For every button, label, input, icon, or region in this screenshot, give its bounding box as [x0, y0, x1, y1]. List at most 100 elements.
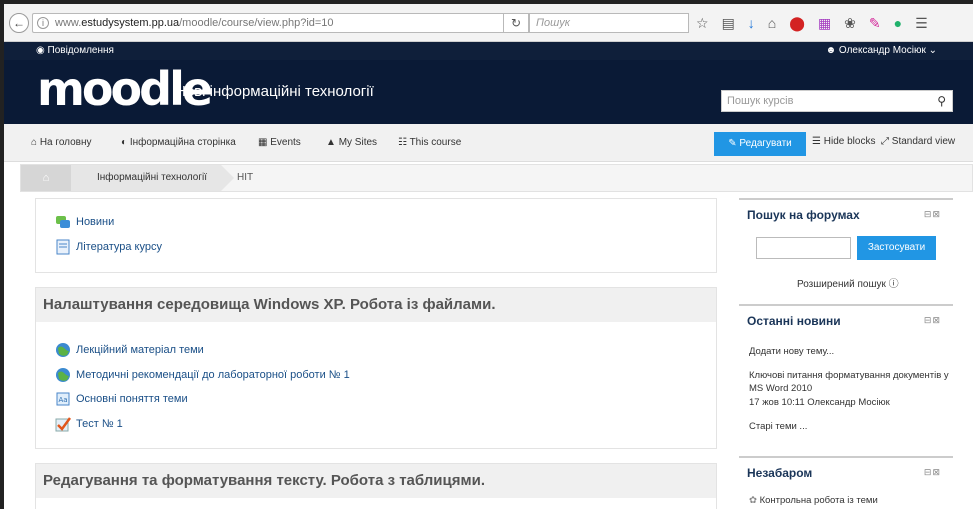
- activity-label: Новини: [76, 215, 115, 228]
- home-icon[interactable]: ⌂: [768, 14, 776, 32]
- breadcrumb-home[interactable]: ⌂: [21, 165, 84, 191]
- menu-item-events[interactable]: ▦ Events: [258, 137, 301, 148]
- block-controls-icon[interactable]: ⊟⊠: [924, 467, 941, 478]
- forum-search-input[interactable]: [756, 237, 851, 259]
- advanced-search-label: Розширений пошук: [797, 279, 886, 290]
- block-controls-icon[interactable]: ⊟⊠: [924, 315, 941, 326]
- block-title: Останні новини: [747, 314, 841, 328]
- calendar-icon: ▦: [258, 137, 268, 148]
- url-prefix: www.: [55, 17, 82, 29]
- user-menu[interactable]: ☻ Олександр Мосіюк ⌄: [826, 45, 937, 56]
- activity-page[interactable]: Література курсу: [55, 239, 162, 257]
- reading-list-icon[interactable]: ▤: [722, 14, 735, 32]
- gauge-icon: ◐: [121, 137, 128, 148]
- older-topics-link[interactable]: Старі теми ...: [749, 421, 807, 432]
- home-icon: ⌂: [31, 137, 38, 148]
- sitemap-icon: ☷: [398, 137, 407, 148]
- course-search-input[interactable]: Пошук курсів ⚲: [721, 90, 953, 112]
- site-header: moodle Нові інформаційні технології Пошу…: [4, 60, 973, 124]
- standard-view-label: Standard view: [891, 136, 956, 147]
- breadcrumb-item[interactable]: Інформаційні технології: [71, 165, 234, 191]
- course-search-placeholder: Пошук курсів: [727, 95, 794, 107]
- pencil-square-icon: ✎: [728, 138, 737, 149]
- edit-pen-icon[interactable]: ✎: [869, 14, 881, 32]
- course-section-general: Новини Література курсу: [35, 198, 717, 273]
- chevron-down-icon: ⌄: [928, 45, 937, 56]
- messages-label: Повідомлення: [47, 45, 114, 56]
- activity-label: Основні поняття теми: [76, 392, 188, 405]
- advanced-search-link[interactable]: Розширений пошук ⓘ: [797, 275, 899, 290]
- edit-button[interactable]: ✎ Редагувати: [714, 132, 806, 156]
- menu-item-label: Інформаційна сторінка: [129, 137, 236, 148]
- reload-icon[interactable]: ↻: [503, 13, 529, 33]
- breadcrumb: ⌂ Інформаційні технології НІТ: [20, 164, 973, 192]
- activity-label: Лекційний матеріал теми: [76, 343, 204, 356]
- url-globe-icon: [56, 368, 70, 382]
- news-title-line1[interactable]: Ключові питання форматування документів …: [749, 370, 949, 381]
- block-controls-icon[interactable]: ⊟⊠: [924, 209, 941, 220]
- messages-link[interactable]: ◉ Повідомлення: [36, 45, 114, 56]
- user-name: Олександр Мосіюк: [838, 45, 926, 56]
- section-title[interactable]: Редагування та форматування тексту. Робо…: [36, 464, 716, 498]
- search-icon[interactable]: ⚲: [937, 94, 946, 108]
- custom-menu: ⌂ На головну ◐ Інформаційна сторінка ▦ E…: [4, 124, 973, 162]
- menu-item-info[interactable]: ◐ Інформаційна сторінка: [121, 137, 236, 148]
- add-topic-link[interactable]: Додати нову тему...: [749, 346, 834, 357]
- course-section-1: Налаштування середовища Windows XP. Робо…: [35, 287, 717, 449]
- graduation-cap-icon: ▲: [326, 137, 336, 148]
- url-globe-icon: [56, 343, 70, 357]
- upcoming-event-label: Контрольна робота із теми: [759, 495, 878, 506]
- hide-blocks-button[interactable]: ☰ Hide blocks: [812, 136, 875, 147]
- adblock-icon[interactable]: ⬤: [789, 14, 805, 32]
- moodle-navbar: ◉ Повідомлення ☻ Олександр Мосіюк ⌄: [4, 42, 973, 60]
- activity-label: Тест № 1: [76, 417, 123, 430]
- browser-search-input[interactable]: Пошук: [529, 13, 689, 33]
- upcoming-event[interactable]: ✿ Контрольна робота із теми: [749, 495, 878, 506]
- green-circle-icon[interactable]: ●: [894, 14, 902, 32]
- info-icon[interactable]: i: [37, 17, 49, 29]
- list-icon: ☰: [812, 136, 821, 147]
- block-forum-search: Пошук на форумах ⊟⊠ Застосувати Розширен…: [739, 198, 953, 298]
- section-title[interactable]: Налаштування середовища Windows XP. Робо…: [36, 288, 716, 322]
- block-title: Незабаром: [747, 466, 813, 480]
- block-title: Пошук на форумах: [747, 208, 860, 222]
- menu-item-label: This course: [409, 137, 462, 148]
- url-text: www.estudysystem.pp.ua/moodle/course/vie…: [55, 17, 334, 29]
- home-icon: ⌂: [42, 172, 50, 184]
- svg-text:Aa: Aa: [59, 396, 68, 404]
- url-domain: estudysystem.pp.ua: [81, 17, 180, 29]
- user-icon: ☻: [825, 45, 837, 56]
- menu-item-this-course[interactable]: ☷ This course: [398, 137, 461, 148]
- menu-hamburger-icon[interactable]: ☰: [915, 14, 928, 32]
- browser-toolbar: ← i www.estudysystem.pp.ua/moodle/course…: [4, 4, 973, 42]
- site-name[interactable]: Нові інформаційні технології: [175, 83, 374, 100]
- hide-blocks-label: Hide blocks: [823, 136, 876, 147]
- forum-icon: [56, 216, 70, 228]
- extension-icon[interactable]: ❀: [844, 14, 856, 32]
- browser-search-placeholder: Пошук: [536, 17, 570, 29]
- standard-view-button[interactable]: ⤢ Standard view: [881, 136, 955, 147]
- apps-grid-icon[interactable]: ▦: [818, 14, 831, 32]
- help-icon[interactable]: ⓘ: [889, 279, 899, 290]
- back-arrow-icon[interactable]: ←: [9, 13, 29, 33]
- bookmark-star-icon[interactable]: ☆: [696, 14, 709, 32]
- block-latest-news: Останні новини ⊟⊠ Додати нову тему... Кл…: [739, 304, 953, 448]
- activity-forum[interactable]: Новини: [55, 214, 114, 232]
- menu-item-home[interactable]: ⌂ На головну: [31, 137, 92, 148]
- breadcrumb-item[interactable]: НІТ: [237, 165, 253, 191]
- block-upcoming: Незабаром ⊟⊠ ✿ Контрольна робота із теми: [739, 456, 953, 509]
- address-bar[interactable]: i www.estudysystem.pp.ua/moodle/course/v…: [32, 13, 503, 33]
- edit-button-label: Редагувати: [739, 138, 792, 149]
- activity-url[interactable]: Лекційний матеріал теми: [55, 342, 204, 360]
- compress-icon: ⤢: [881, 136, 889, 147]
- activity-url[interactable]: Методичні рекомендації до лабораторної р…: [55, 367, 350, 385]
- forum-search-button[interactable]: Застосувати: [857, 236, 936, 260]
- activity-glossary[interactable]: Aa Основні поняття теми: [55, 391, 188, 409]
- news-meta: 17 жов 10:11 Олександр Мосіюк: [749, 397, 890, 408]
- menu-item-my-sites[interactable]: ▲ My Sites: [326, 137, 377, 148]
- menu-item-label: На головну: [39, 137, 92, 148]
- activity-quiz[interactable]: Тест № 1: [55, 416, 123, 434]
- news-title-line2[interactable]: MS Word 2010: [749, 383, 812, 394]
- download-arrow-icon[interactable]: ↓: [748, 14, 755, 32]
- event-icon: ✿: [749, 495, 757, 506]
